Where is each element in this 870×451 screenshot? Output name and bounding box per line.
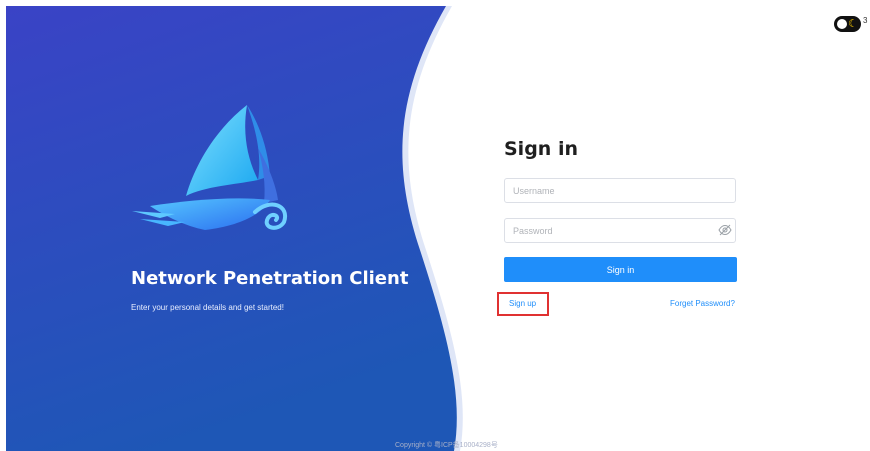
eye-off-icon[interactable] <box>718 224 732 236</box>
signin-title: Sign in <box>504 138 578 160</box>
password-input[interactable] <box>504 218 736 243</box>
signin-button[interactable]: Sign in <box>504 257 737 282</box>
signup-link[interactable]: Sign up <box>509 299 536 308</box>
forgot-password-link[interactable]: Forget Password? <box>670 299 735 308</box>
username-input[interactable] <box>504 178 736 203</box>
footer-copyright: Copyright © 粤ICP备10004298号 <box>395 442 498 449</box>
theme-toggle[interactable]: ☾ <box>834 16 861 32</box>
toggle-extra-label: 3 <box>863 16 868 25</box>
toggle-knob <box>837 19 847 29</box>
hero-panel <box>6 6 463 451</box>
moon-icon: ☾ <box>848 18 858 30</box>
app-title: Network Penetration Client <box>131 268 409 289</box>
app-subtitle: Enter your personal details and get star… <box>131 303 284 312</box>
